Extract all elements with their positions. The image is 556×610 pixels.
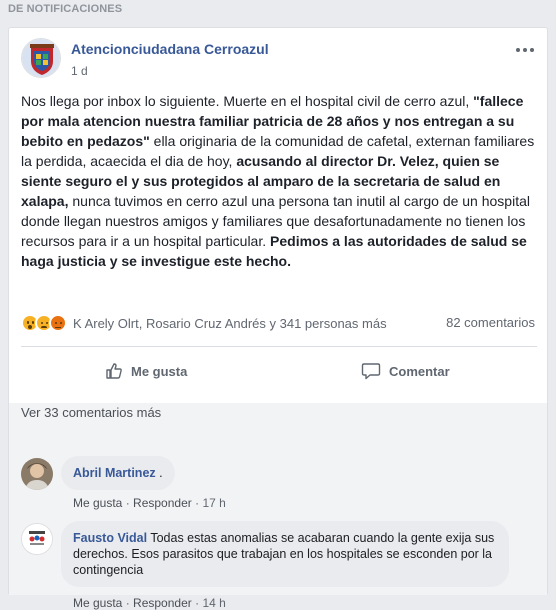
comments-section: Ver 33 comentarios más Abril Martinez . … — [9, 403, 547, 610]
view-more-comments-link[interactable]: Ver 33 comentarios más — [21, 405, 161, 420]
section-header: DE NOTIFICACIONES — [8, 3, 123, 15]
comment-actions: Me gusta · Responder · 14 h — [73, 596, 226, 610]
comment-author[interactable]: Fausto Vidal — [73, 531, 147, 545]
separator-dot: · — [195, 596, 200, 610]
reaction-names[interactable]: K Arely Olrt, Rosario Cruz Andrés y 341 … — [73, 316, 387, 331]
separator-dot: · — [125, 596, 130, 610]
post-body: Nos llega por inbox lo siguiente. Muerte… — [21, 91, 537, 271]
comment-like-link[interactable]: Me gusta — [73, 596, 122, 610]
comment-reply-link[interactable]: Responder — [133, 596, 192, 610]
post-text-segment: Nos llega por inbox lo siguiente. Muerte… — [21, 93, 474, 109]
comment-author[interactable]: Abril Martinez — [73, 466, 156, 480]
avatar-photo-icon — [21, 458, 53, 490]
avatar-logo-icon — [22, 524, 52, 554]
post-timestamp[interactable]: 1 d — [71, 64, 88, 78]
commenter-avatar[interactable] — [21, 458, 53, 490]
like-label: Me gusta — [131, 363, 188, 379]
comment-button[interactable]: Comentar — [361, 355, 450, 387]
comments-count[interactable]: 82 comentarios — [446, 315, 535, 330]
comment-bubble-icon — [361, 363, 381, 380]
separator-dot: · — [125, 496, 130, 510]
comment-time[interactable]: 14 h — [202, 596, 225, 610]
reactions-bar[interactable]: K Arely Olrt, Rosario Cruz Andrés y 341 … — [21, 314, 387, 332]
page-avatar[interactable] — [21, 38, 61, 78]
comment-reply-link[interactable]: Responder — [133, 496, 192, 510]
comment-actions: Me gusta · Responder · 17 h — [73, 496, 226, 510]
comment-time[interactable]: 17 h — [202, 496, 225, 510]
post-author[interactable]: Atencionciudadana Cerroazul — [71, 41, 269, 57]
commenter-avatar[interactable] — [21, 523, 53, 555]
comment-label: Comentar — [389, 363, 450, 379]
comment-text: . — [155, 466, 163, 480]
angry-reaction-icon — [49, 314, 67, 332]
comment-like-link[interactable]: Me gusta — [73, 496, 122, 510]
separator-dot: · — [195, 496, 200, 510]
like-button[interactable]: Me gusta — [105, 355, 187, 387]
more-options-icon[interactable] — [513, 40, 537, 60]
comment-bubble: Abril Martinez . — [61, 456, 175, 490]
divider — [21, 346, 537, 347]
shield-logo-icon — [22, 39, 60, 77]
thumbs-up-icon — [106, 363, 122, 379]
post-card: Atencionciudadana Cerroazul 1 d Nos lleg… — [8, 27, 548, 610]
comment-bubble: Fausto Vidal Todas estas anomalias se ac… — [61, 521, 509, 587]
